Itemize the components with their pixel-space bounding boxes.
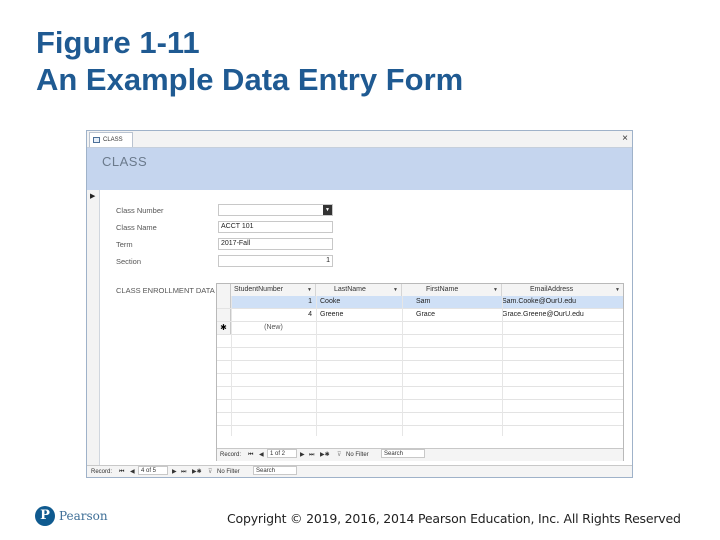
subform-label: CLASS ENROLLMENT DATA (116, 286, 215, 295)
column-header-firstname[interactable]: FirstName ▼ (402, 284, 502, 296)
search-input[interactable]: Search (253, 466, 297, 475)
column-header-label: LastName (334, 286, 366, 293)
table-row[interactable]: 4 Greene Grace Grace.Greene@OurU.edu (217, 309, 623, 321)
tab-label: CLASS (103, 137, 123, 143)
form-header: CLASS (87, 148, 632, 190)
select-all-corner[interactable] (217, 284, 231, 296)
row-divider (217, 412, 623, 413)
sort-caret-icon[interactable]: ▼ (615, 284, 620, 296)
row-selector[interactable] (217, 296, 231, 308)
cell-lastname[interactable]: Greene (320, 309, 400, 321)
column-header-lastname[interactable]: LastName ▼ (316, 284, 402, 296)
cell-studentnumber[interactable]: 1 (231, 296, 312, 308)
access-form-window: CLASS × CLASS ▶ Class Number ▼ Class Nam… (86, 130, 633, 478)
next-record-icon[interactable]: ▶ (300, 449, 305, 461)
last-record-icon[interactable]: ⏭ (181, 466, 186, 477)
form-icon (93, 137, 100, 143)
search-input[interactable]: Search (381, 449, 425, 458)
no-filter-icon[interactable]: ⊽ (337, 449, 341, 461)
cell-lastname[interactable]: Cooke (320, 296, 400, 308)
row-divider (217, 373, 623, 374)
column-divider (502, 296, 503, 436)
column-divider (231, 296, 232, 436)
cell-firstname[interactable]: Grace (416, 309, 496, 321)
class-name-field[interactable]: ACCT 101 (218, 221, 333, 233)
new-record-icon: ✱ (217, 322, 231, 334)
cell-studentnumber[interactable]: 4 (231, 309, 312, 321)
class-number-field[interactable]: ▼ (218, 204, 333, 216)
row-divider (217, 334, 623, 335)
row-divider (217, 399, 623, 400)
column-header-emailaddress[interactable]: EmailAddress ▼ (502, 284, 623, 296)
record-position-input[interactable]: 1 of 2 (267, 449, 297, 458)
section-label: Section (116, 257, 142, 266)
last-record-icon[interactable]: ⏭ (309, 449, 314, 461)
cell-email[interactable]: Sam.Cooke@OurU.edu (502, 296, 620, 308)
cell-email[interactable]: Grace.Greene@OurU.edu (502, 309, 620, 321)
first-record-icon[interactable]: ⏮ (119, 466, 124, 477)
column-header-label: FirstName (426, 286, 459, 293)
column-divider (316, 296, 317, 436)
enrollment-subform: StudentNumber ▼ LastName ▼ FirstName ▼ E… (216, 283, 624, 461)
no-filter-label[interactable]: No Filter (217, 466, 240, 477)
first-record-icon[interactable]: ⏮ (248, 449, 253, 461)
record-label: Record: (91, 469, 113, 475)
form-record-navigator: Record: ⏮ ◀ 4 of 5 ▶ ⏭ ▶✱ ⊽ No Filter Se… (87, 465, 632, 477)
record-position-input[interactable]: 4 of 5 (138, 466, 168, 475)
slide-title-line2: An Example Data Entry Form (36, 62, 464, 97)
subform-record-navigator: Record: ⏮ ◀ 1 of 2 ▶ ⏭ ▶✱ ⊽ No Filter Se… (217, 448, 623, 461)
previous-record-icon[interactable]: ◀ (259, 449, 264, 461)
form-title: CLASS (102, 154, 148, 169)
column-divider (402, 296, 403, 436)
sort-caret-icon[interactable]: ▼ (393, 284, 398, 296)
table-row[interactable]: 1 Cooke Sam Sam.Cooke@OurU.edu (217, 296, 623, 308)
sort-caret-icon[interactable]: ▼ (493, 284, 498, 296)
document-tab-bar: CLASS × (87, 131, 632, 148)
cell-firstname[interactable]: Sam (416, 296, 496, 308)
row-divider (217, 347, 623, 348)
copyright-notice: Copyright © 2019, 2016, 2014 Pearson Edu… (227, 511, 681, 526)
class-name-label: Class Name (116, 223, 157, 232)
row-selector[interactable] (217, 309, 231, 321)
record-label: Record: (220, 452, 242, 458)
tab-class[interactable]: CLASS (89, 132, 133, 147)
row-divider (217, 360, 623, 361)
row-divider (217, 386, 623, 387)
section-field[interactable]: 1 (218, 255, 333, 267)
new-record-nav-icon[interactable]: ▶✱ (192, 466, 202, 477)
column-header-label: EmailAddress (530, 286, 574, 293)
term-label: Term (116, 240, 133, 249)
no-filter-label[interactable]: No Filter (346, 449, 369, 461)
slide-title-line1: Figure 1-11 (36, 25, 200, 60)
previous-record-icon[interactable]: ◀ (130, 466, 135, 477)
next-record-icon[interactable]: ▶ (172, 466, 177, 477)
record-selector[interactable]: ▶ (87, 190, 100, 476)
sort-caret-icon[interactable]: ▼ (307, 284, 312, 296)
lookup-dropdown-icon[interactable]: ▼ (323, 205, 332, 215)
column-header-studentnumber[interactable]: StudentNumber ▼ (231, 284, 316, 296)
class-number-label: Class Number (116, 206, 164, 215)
column-header-label: StudentNumber (234, 286, 284, 293)
slide-title: Figure 1-11 An Example Data Entry Form (36, 24, 463, 98)
current-record-arrow-icon: ▶ (90, 193, 96, 200)
pearson-logo-icon: P (35, 506, 55, 526)
pearson-wordmark: Pearson (59, 509, 108, 523)
new-record-placeholder[interactable]: (New) (231, 322, 316, 334)
row-divider (217, 425, 623, 426)
new-record-row[interactable]: ✱ (New) (217, 322, 623, 334)
term-field[interactable]: 2017-Fall (218, 238, 333, 250)
close-button[interactable]: × (622, 132, 628, 145)
no-filter-icon[interactable]: ⊽ (208, 466, 212, 477)
new-record-nav-icon[interactable]: ▶✱ (320, 449, 330, 461)
